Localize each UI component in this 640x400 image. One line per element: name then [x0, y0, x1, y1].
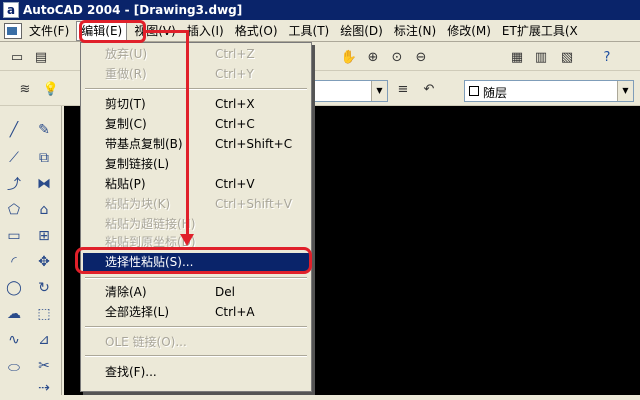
menu-item-select-all[interactable]: 全部选择(L) Ctrl+A [83, 303, 309, 322]
menu-item-copy[interactable]: 复制(C) Ctrl+C [83, 115, 309, 134]
array-icon[interactable]: ⊞ [32, 224, 56, 248]
annotation-arrow-segment [186, 30, 189, 236]
autocad-app-icon[interactable]: a [3, 2, 19, 18]
properties-icon[interactable]: ▦ [506, 46, 528, 68]
annotation-arrow-segment [146, 30, 188, 33]
chevron-down-icon[interactable]: ▼ [371, 81, 387, 101]
menu-format[interactable]: 格式(O) [231, 21, 282, 41]
menu-separator [85, 355, 307, 357]
trim-icon[interactable]: ✂ [32, 354, 56, 378]
menu-item-ole-links[interactable]: OLE 链接(O)... [83, 333, 309, 352]
extend-icon[interactable]: ⇢ [32, 376, 56, 400]
offset-icon[interactable]: ⌂ [32, 198, 56, 222]
menu-item-find[interactable]: 查找(F)... [83, 363, 309, 382]
menu-item-copy-link[interactable]: 复制链接(L) [83, 155, 309, 174]
draw-modify-toolbars: ╱ ⟋ ⤴ ⬠ ▭ ◜ ◯ ☁ ∿ ⬭ ✎ ⧉ ⧓ ⌂ ⊞ ✥ ↻ ⬚ ⊿ ✂ … [0, 106, 62, 396]
paste-special-highlight [75, 247, 312, 274]
new-icon[interactable]: ▭ [6, 46, 28, 68]
ellipse-icon[interactable]: ⬭ [2, 356, 26, 380]
menu-insert[interactable]: 插入(I) [183, 21, 228, 41]
layer-previous-icon[interactable]: ↶ [418, 78, 440, 100]
move-icon[interactable]: ✥ [32, 250, 56, 274]
polygon-icon[interactable]: ⬠ [2, 198, 26, 222]
construction-line-icon[interactable]: ⟋ [2, 146, 26, 170]
color-swatch-icon [469, 86, 479, 96]
menu-item-paste-as-block[interactable]: 粘贴为块(K) Ctrl+Shift+V [83, 195, 309, 214]
menu-draw[interactable]: 绘图(D) [336, 21, 387, 41]
menu-express-tools[interactable]: ET扩展工具(X [498, 21, 582, 41]
chevron-down-icon[interactable]: ▼ [617, 81, 633, 101]
layer-combo[interactable]: ▼ [312, 80, 388, 102]
design-center-icon[interactable]: ▥ [530, 46, 552, 68]
zoom-previous-icon[interactable]: ⊖ [410, 46, 432, 68]
zoom-window-icon[interactable]: ⊙ [386, 46, 408, 68]
menu-file[interactable]: 文件(F) [25, 21, 73, 41]
stretch-icon[interactable]: ⊿ [32, 328, 56, 352]
menu-item-clear[interactable]: 清除(A) Del [83, 283, 309, 302]
rectangle-icon[interactable]: ▭ [2, 224, 26, 248]
arc-icon[interactable]: ◜ [2, 250, 26, 274]
menu-item-paste[interactable]: 粘贴(P) Ctrl+V [83, 175, 309, 194]
menu-item-undo[interactable]: 放弃(U) Ctrl+Z [83, 45, 309, 64]
mirror-icon[interactable]: ⧓ [32, 172, 56, 196]
copy-icon[interactable]: ⧉ [32, 146, 56, 170]
polyline-icon[interactable]: ⤴ [2, 172, 26, 196]
menu-dimension[interactable]: 标注(N) [390, 21, 440, 41]
layer-manager-icon[interactable]: ≋ [14, 78, 36, 100]
edit-dropdown-menu: 放弃(U) Ctrl+Z 重做(R) Ctrl+Y 剪切(T) Ctrl+X 复制(C… [80, 42, 312, 392]
line-icon[interactable]: ╱ [2, 118, 26, 142]
spline-icon[interactable]: ∿ [2, 328, 26, 352]
document-menu-icon[interactable] [4, 22, 22, 39]
menu-item-cut[interactable]: 剪切(T) Ctrl+X [83, 95, 309, 114]
color-control-combo[interactable]: 随层 ▼ [464, 80, 634, 102]
rotate-icon[interactable]: ↻ [32, 276, 56, 300]
menu-separator [85, 326, 307, 328]
tool-palette-icon[interactable]: ▧ [556, 46, 578, 68]
revision-cloud-icon[interactable]: ☁ [2, 302, 26, 326]
help-icon[interactable]: ? [596, 46, 618, 68]
menu-item-copy-with-base-point[interactable]: 带基点复制(B) Ctrl+Shift+C [83, 135, 309, 154]
pan-icon[interactable]: ✋ [338, 46, 360, 68]
menu-separator [85, 88, 307, 90]
scale-icon[interactable]: ⬚ [32, 302, 56, 326]
color-control-value: 随层 [483, 86, 508, 100]
window-title: AutoCAD 2004 - [Drawing3.dwg] [23, 3, 243, 17]
title-bar: a AutoCAD 2004 - [Drawing3.dwg] [0, 0, 640, 20]
menu-separator [85, 277, 307, 279]
menu-modify[interactable]: 修改(M) [443, 21, 495, 41]
erase-icon[interactable]: ✎ [32, 118, 56, 142]
annotation-arrow-head-icon [180, 234, 194, 246]
zoom-realtime-icon[interactable]: ⊕ [362, 46, 384, 68]
layer-on-icon[interactable]: 💡 [40, 78, 62, 100]
open-icon[interactable]: ▤ [30, 46, 52, 68]
menu-item-paste-as-hyperlink[interactable]: 粘贴为超链接(H) [83, 215, 309, 234]
circle-icon[interactable]: ◯ [2, 276, 26, 300]
edit-menu-highlight [79, 20, 146, 43]
menu-tools[interactable]: 工具(T) [285, 21, 334, 41]
menu-item-redo[interactable]: 重做(R) Ctrl+Y [83, 65, 309, 84]
make-current-layer-icon[interactable]: ≡ [392, 78, 414, 100]
